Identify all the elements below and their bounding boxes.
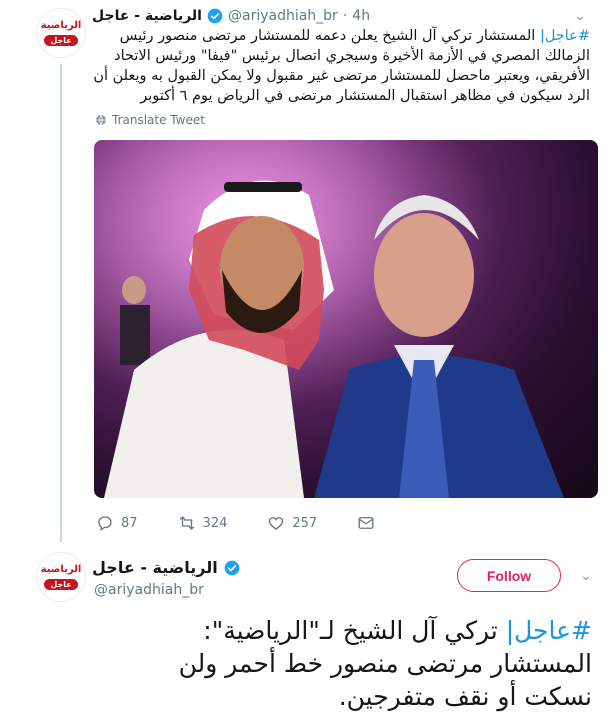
tweet-body: المستشار تركي آل الشيخ يعلن دعمه للمستشا… bbox=[93, 28, 590, 104]
like-icon bbox=[269, 517, 284, 530]
tweet-photo[interactable] bbox=[94, 140, 598, 498]
tweet-header: الرياضية - عاجل @ariyadhiah_br · 4h bbox=[92, 8, 370, 24]
avatar[interactable]: الرياضية عاجل bbox=[36, 552, 86, 602]
thread-line bbox=[60, 64, 62, 542]
reply-icon bbox=[98, 516, 112, 532]
separator-dot: · bbox=[342, 8, 348, 24]
reply-button[interactable]: 87 bbox=[96, 514, 138, 532]
display-name[interactable]: الرياضية - عاجل bbox=[92, 558, 218, 577]
hashtag-link[interactable]: #عاجل| bbox=[540, 28, 590, 44]
avatar[interactable]: الرياضية عاجل bbox=[36, 8, 86, 58]
verified-badge-icon bbox=[224, 560, 240, 575]
translate-tweet[interactable]: Translate Tweet bbox=[95, 113, 205, 127]
display-name[interactable]: الرياضية - عاجل bbox=[92, 8, 202, 24]
like-count: 257 bbox=[292, 515, 318, 531]
chevron-down-icon[interactable]: ⌄ bbox=[574, 8, 586, 24]
hashtag-link[interactable]: #عاجل| bbox=[506, 616, 592, 645]
globe-icon bbox=[96, 114, 106, 126]
tweet-text: #عاجل| تركي آل الشيخ لـ"الرياضية": المست… bbox=[150, 614, 592, 713]
dm-button[interactable] bbox=[357, 514, 375, 532]
brand-logo: الرياضية bbox=[40, 20, 82, 31]
user-handle[interactable]: @ariyadhiah_br bbox=[228, 8, 338, 24]
brand-logo-sub: عاجل bbox=[44, 579, 78, 590]
reply-count: 87 bbox=[121, 515, 138, 531]
tweet-text: #عاجل| المستشار تركي آل الشيخ يعلن دعمه … bbox=[92, 26, 590, 106]
follow-button[interactable]: Follow bbox=[457, 559, 561, 592]
retweet-button[interactable]: 324 bbox=[178, 514, 228, 532]
display-name-row: الرياضية - عاجل bbox=[92, 558, 240, 577]
user-handle[interactable]: @ariyadhiah_br bbox=[94, 582, 204, 598]
translate-label: Translate Tweet bbox=[112, 113, 205, 127]
retweet-icon bbox=[179, 516, 194, 530]
photo-scene bbox=[94, 140, 598, 498]
chevron-down-icon[interactable]: ⌄ bbox=[580, 568, 592, 584]
dm-icon bbox=[358, 517, 374, 529]
retweet-count: 324 bbox=[202, 515, 228, 531]
verified-badge-icon bbox=[207, 8, 223, 24]
brand-logo-sub: عاجل bbox=[44, 35, 78, 46]
tweet-time[interactable]: 4h bbox=[352, 8, 370, 24]
like-button[interactable]: 257 bbox=[267, 514, 317, 532]
tweet-actions: 87 324 257 bbox=[96, 514, 415, 532]
brand-logo: الرياضية bbox=[40, 564, 82, 575]
